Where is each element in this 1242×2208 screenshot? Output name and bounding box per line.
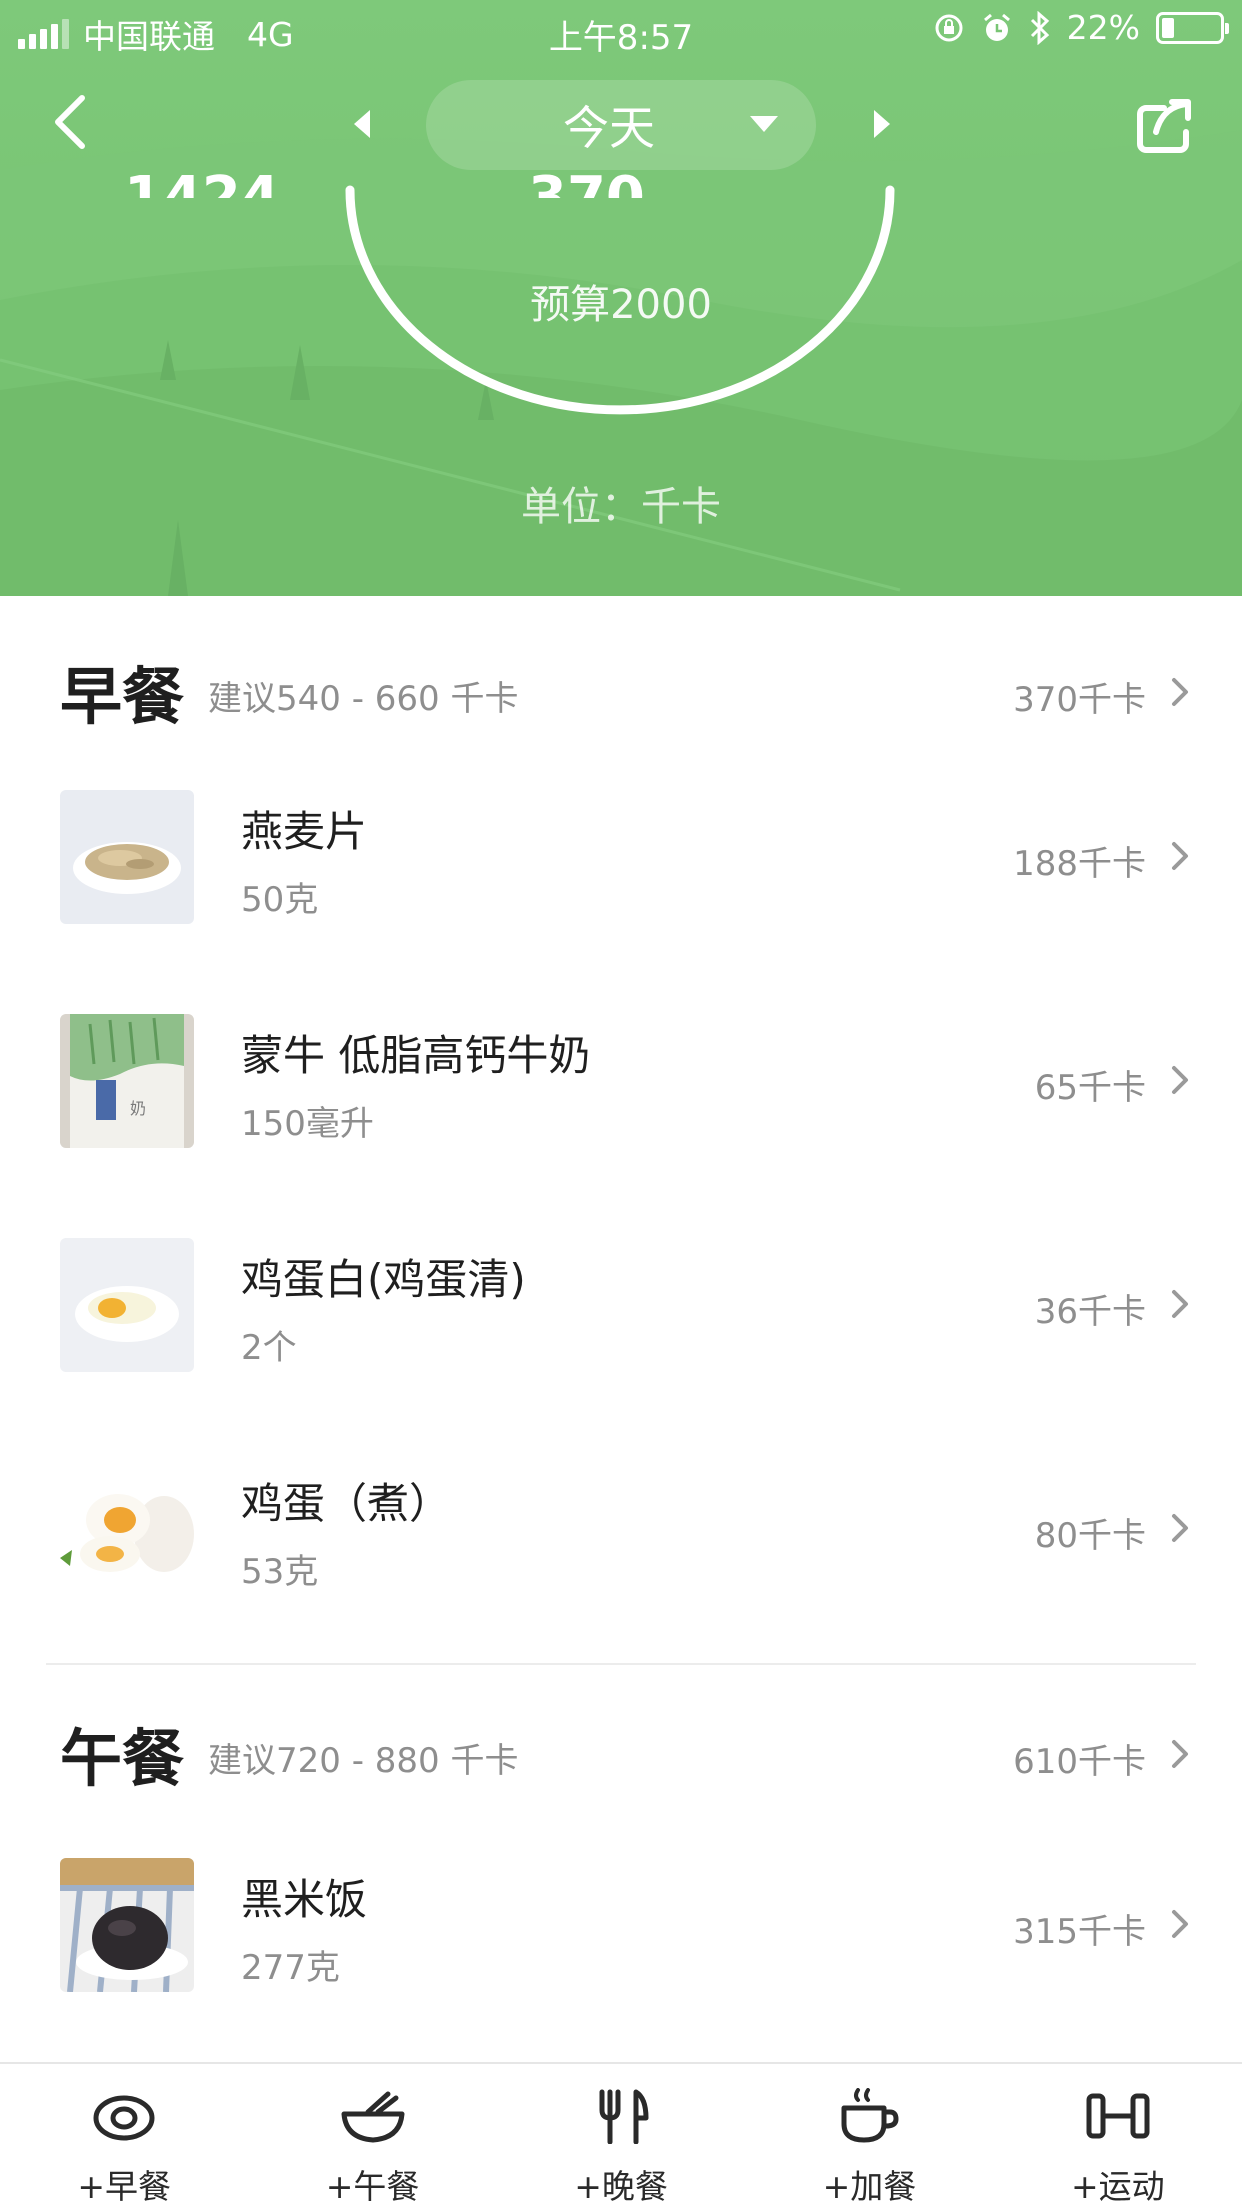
meal-suggestion: 建议720 - 880 千卡 bbox=[208, 1740, 519, 1781]
back-button[interactable] bbox=[40, 92, 100, 152]
eye-icon bbox=[93, 2095, 155, 2141]
food-kcal: 65千卡 bbox=[1034, 1068, 1146, 1108]
alarm-icon bbox=[983, 13, 1010, 41]
bowl-icon bbox=[341, 2091, 405, 2143]
meal-suggestion: 建议540 - 660 千卡 bbox=[208, 678, 519, 719]
food-amount: 50克 bbox=[241, 880, 319, 920]
meal-title: 早餐 bbox=[60, 660, 185, 733]
food-thumbnail bbox=[60, 1858, 194, 1992]
food-item-boiled-egg[interactable]: 鸡蛋（煮） 53克 80千卡 bbox=[60, 1462, 1190, 1598]
food-kcal: 315千卡 bbox=[1013, 1912, 1146, 1952]
chevron-right-icon bbox=[1172, 1066, 1188, 1094]
food-amount: 150毫升 bbox=[241, 1104, 374, 1144]
previous-day-button[interactable] bbox=[342, 104, 382, 144]
caret-down-icon bbox=[750, 116, 778, 132]
food-item-black-rice[interactable]: 黑米饭 277克 315千卡 bbox=[60, 1858, 1190, 1994]
next-day-button[interactable] bbox=[862, 104, 902, 144]
food-amount: 277克 bbox=[241, 1948, 340, 1988]
chevron-right-icon bbox=[1172, 1290, 1188, 1318]
add-snack-button[interactable]: +加餐 bbox=[745, 2064, 993, 2208]
add-exercise-button[interactable]: +运动 bbox=[994, 2064, 1242, 2208]
budget-label: 预算2000 bbox=[530, 282, 712, 328]
triangle-left-icon bbox=[354, 110, 370, 138]
summary-header: 1424 370 预算2000 单位：千卡 中国联通 4G 上午8:57 bbox=[0, 0, 1242, 596]
add-lunch-button[interactable]: +午餐 bbox=[248, 2064, 496, 2208]
food-item-egg-white[interactable]: 鸡蛋白(鸡蛋清) 2个 36千卡 bbox=[60, 1238, 1190, 1374]
date-selector[interactable]: 今天 bbox=[426, 80, 816, 170]
tab-label: +晚餐 bbox=[574, 2167, 668, 2206]
meal-title: 午餐 bbox=[60, 1722, 185, 1795]
food-name: 燕麦片 bbox=[241, 807, 368, 856]
food-name: 鸡蛋（煮） bbox=[241, 1479, 452, 1528]
food-kcal: 36千卡 bbox=[1034, 1292, 1146, 1332]
food-item-oats[interactable]: 燕麦片 50克 188千卡 bbox=[60, 790, 1190, 926]
food-kcal: 188千卡 bbox=[1013, 844, 1146, 884]
food-kcal: 80千卡 bbox=[1034, 1516, 1146, 1556]
meal-header-breakfast[interactable]: 早餐 建议540 - 660 千卡 370千卡 bbox=[60, 646, 1190, 736]
status-bar: 中国联通 4G 上午8:57 22% bbox=[0, 0, 1242, 62]
bottom-tab-bar: +早餐 +午餐 +晚餐 +加餐 +运动 bbox=[0, 2062, 1242, 2208]
chevron-right-icon bbox=[1172, 842, 1188, 870]
meal-header-lunch[interactable]: 午餐 建议720 - 880 千卡 610千卡 bbox=[60, 1708, 1190, 1798]
food-name: 鸡蛋白(鸡蛋清) bbox=[241, 1255, 526, 1304]
battery-icon bbox=[1156, 11, 1229, 44]
food-name: 蒙牛 低脂高钙牛奶 bbox=[241, 1031, 591, 1080]
share-button[interactable] bbox=[1132, 92, 1198, 158]
add-dinner-button[interactable]: +晚餐 bbox=[497, 2064, 745, 2208]
food-thumbnail: 奶 bbox=[60, 1014, 194, 1148]
date-label: 今天 bbox=[563, 101, 655, 155]
food-thumbnail bbox=[60, 790, 194, 924]
meal-total-kcal: 610千卡 bbox=[1013, 1742, 1146, 1782]
chevron-left-icon bbox=[55, 95, 85, 149]
meal-list: 早餐 建议540 - 660 千卡 370千卡 燕麦片 50克 188千卡 奶 … bbox=[0, 596, 1242, 2062]
unit-label: 单位：千卡 bbox=[521, 484, 721, 530]
meal-divider bbox=[46, 1663, 1196, 1665]
tab-label: +运动 bbox=[1071, 2167, 1165, 2206]
bluetooth-icon bbox=[1030, 10, 1049, 45]
battery-percent: 22% bbox=[1066, 8, 1140, 47]
tab-label: +加餐 bbox=[822, 2167, 917, 2206]
food-thumbnail bbox=[60, 1238, 194, 1372]
chevron-right-icon bbox=[1172, 1514, 1188, 1542]
svg-text:奶: 奶 bbox=[130, 1099, 146, 1118]
food-item-milk[interactable]: 奶 蒙牛 低脂高钙牛奶 150毫升 65千卡 bbox=[60, 1014, 1190, 1150]
dumbbell-icon bbox=[1086, 2093, 1150, 2139]
chevron-right-icon bbox=[1172, 1740, 1188, 1768]
tab-label: +早餐 bbox=[77, 2167, 172, 2206]
share-icon bbox=[1137, 99, 1191, 153]
chevron-right-icon bbox=[1172, 1910, 1188, 1938]
nav-bar: 今天 bbox=[0, 70, 1242, 180]
triangle-right-icon bbox=[874, 110, 890, 138]
food-amount: 53克 bbox=[241, 1552, 319, 1592]
food-amount: 2个 bbox=[241, 1328, 297, 1368]
meal-total-kcal: 370千卡 bbox=[1013, 680, 1146, 720]
chevron-right-icon bbox=[1172, 678, 1188, 706]
add-breakfast-button[interactable]: +早餐 bbox=[0, 2064, 248, 2208]
food-name: 黑米饭 bbox=[241, 1875, 368, 1924]
food-thumbnail bbox=[60, 1462, 194, 1596]
orientation-lock-icon bbox=[935, 14, 963, 41]
fork-knife-icon bbox=[599, 2089, 649, 2144]
cup-icon bbox=[841, 2088, 899, 2143]
tab-label: +午餐 bbox=[325, 2167, 420, 2206]
